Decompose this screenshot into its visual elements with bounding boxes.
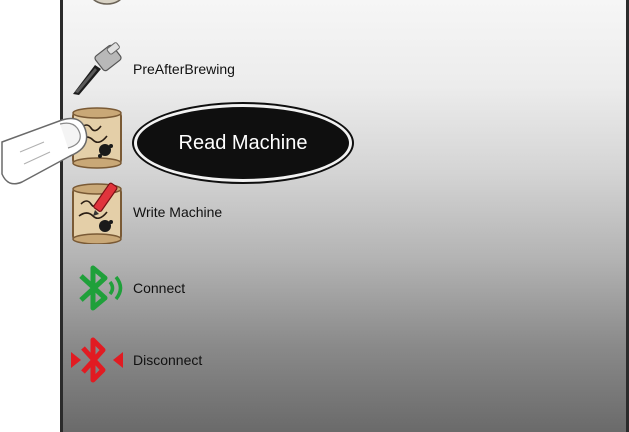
menu-item-label: Disconnect: [133, 352, 203, 368]
callout-label: Read Machine: [178, 131, 308, 154]
menu-item-label: Write Machine: [133, 204, 223, 220]
app-screen: PreAfterBrewing Write Machine Connect Di…: [60, 0, 629, 432]
menu-item-connect[interactable]: Connect: [67, 256, 607, 320]
bluetooth-connect-icon: [67, 258, 127, 318]
bluetooth-disconnect-icon: [67, 330, 127, 390]
menu-item-disconnect[interactable]: Disconnect: [67, 328, 607, 392]
menu-item-label: Connect: [133, 280, 186, 296]
portafilter-icon: [67, 39, 127, 99]
menu-item-preafterbrewing[interactable]: PreAfterBrewing: [67, 37, 607, 101]
menu-item-label: PreAfterBrewing: [133, 61, 235, 77]
read-machine-callout: Read Machine: [134, 104, 352, 182]
partial-top-icon: [87, 0, 127, 12]
menu-item-write-machine[interactable]: Write Machine: [67, 180, 607, 244]
finger-pointer-icon: [0, 112, 100, 212]
